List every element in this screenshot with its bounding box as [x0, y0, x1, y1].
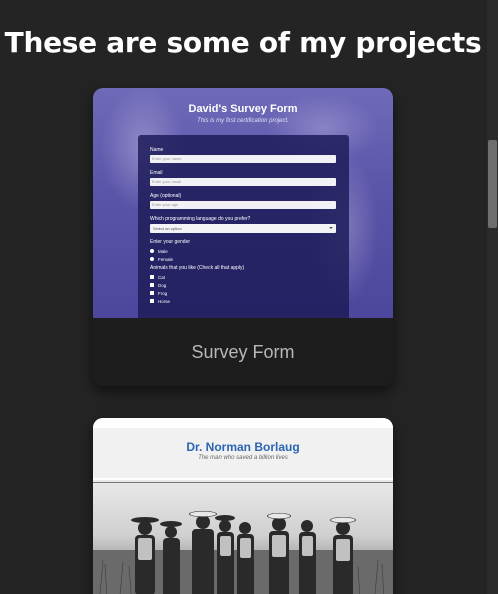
- scrollbar-thumb[interactable]: [488, 140, 497, 228]
- photo-border: [93, 482, 393, 483]
- animal-option-label: Dog: [158, 282, 167, 288]
- gender-label: Enter your gender: [150, 239, 191, 245]
- projects-page: These are some of my projects David's Su…: [0, 0, 498, 594]
- section-title: These are some of my projects: [4, 26, 482, 59]
- gender-option-label: Male: [158, 248, 168, 254]
- checkbox-icon: [150, 283, 154, 287]
- animal-option-dog: Dog: [150, 281, 337, 289]
- page-scrollbar[interactable]: [487, 0, 498, 594]
- age-field: Enter your age: [150, 201, 336, 209]
- gender-option-female: Female: [150, 255, 337, 263]
- tribute-photo: [93, 480, 393, 594]
- survey-preview-description: This is my first certification project.: [197, 118, 289, 124]
- project-card-tribute[interactable]: Dr. Norman Borlaug The man who saved a b…: [93, 418, 393, 594]
- tribute-preview-title: Dr. Norman Borlaug: [186, 440, 300, 454]
- survey-preview-title: David's Survey Form: [188, 103, 298, 115]
- project-thumbnail-survey[interactable]: David's Survey Form This is my first cer…: [93, 88, 393, 318]
- project-card-survey[interactable]: David's Survey Form This is my first cer…: [93, 88, 393, 386]
- name-label: Name: [150, 147, 164, 153]
- animal-option-label: Frog: [158, 290, 168, 296]
- checkbox-icon: [150, 291, 154, 295]
- animal-option-frog: Frog: [150, 289, 337, 297]
- language-select: Select an option: [150, 224, 336, 233]
- gender-option-label: Female: [158, 256, 174, 262]
- radio-icon: [150, 249, 154, 253]
- project-thumbnail-tribute[interactable]: Dr. Norman Borlaug The man who saved a b…: [93, 418, 393, 594]
- checkbox-icon: [150, 275, 154, 279]
- animal-option-horse: Horse: [150, 297, 337, 305]
- email-field: Enter your email: [150, 178, 336, 186]
- language-label: Which programming language do you prefer…: [150, 216, 251, 222]
- animal-option-label: Horse: [158, 298, 171, 304]
- radio-icon: [150, 257, 154, 261]
- checkbox-icon: [150, 299, 154, 303]
- animal-option-label: Cat: [158, 274, 166, 280]
- tribute-preview-subtitle: The man who saved a billion lives: [198, 455, 288, 461]
- email-label: Email: [150, 170, 163, 176]
- age-label: Age (optional): [150, 193, 182, 199]
- field-workers-photo: [93, 511, 393, 594]
- name-field: Enter your name: [150, 155, 336, 163]
- gender-option-male: Male: [150, 247, 337, 255]
- animal-option-cat: Cat: [150, 273, 337, 281]
- project-label-survey[interactable]: Survey Form: [93, 318, 393, 386]
- survey-preview-form: Name Enter your name Email Enter your em…: [138, 135, 349, 318]
- animals-label: Animals that you like (Check all that ap…: [150, 265, 245, 271]
